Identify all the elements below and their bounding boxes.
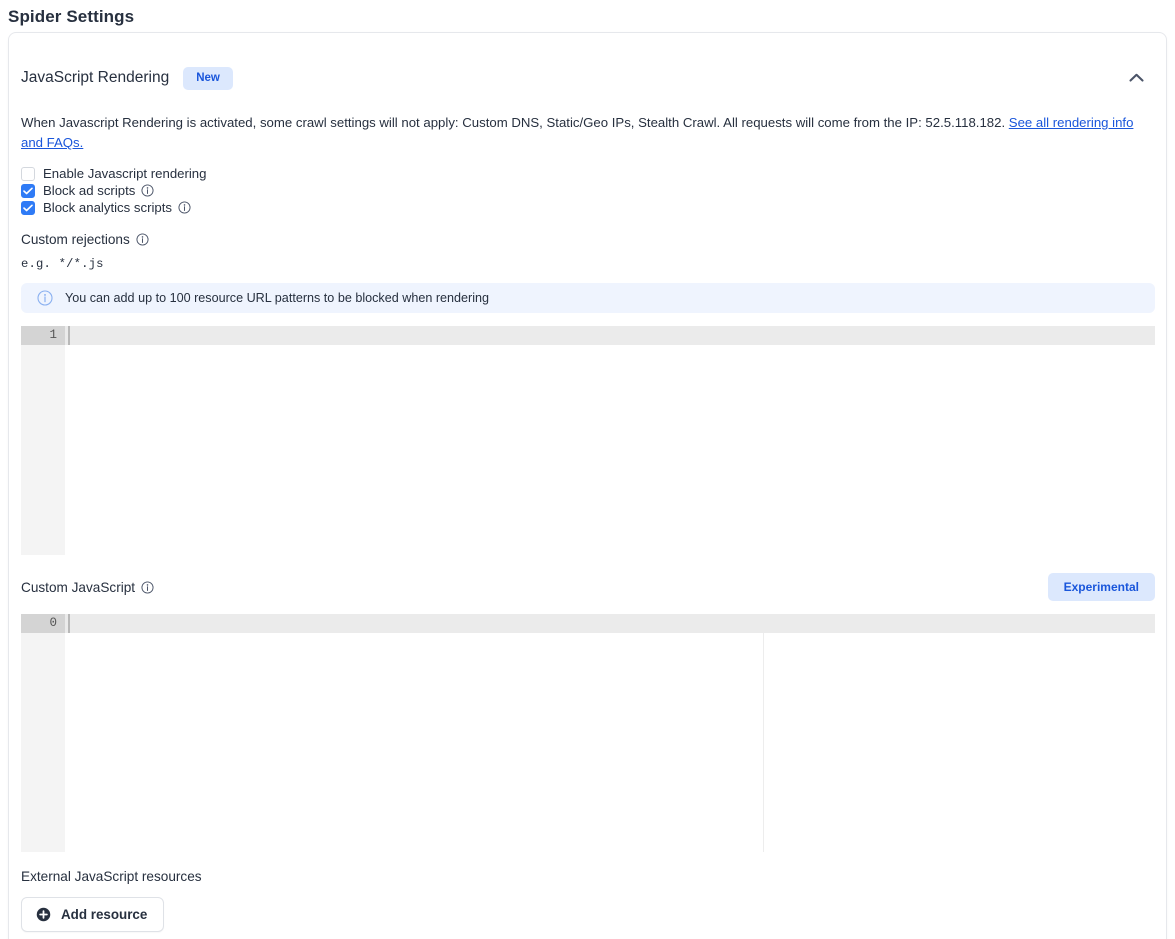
custom-javascript-label: Custom JavaScript [21, 579, 136, 595]
custom-rejections-gutter: 1 [21, 326, 65, 555]
page-title: Spider Settings [8, 7, 135, 26]
add-resource-button-label: Add resource [61, 907, 148, 922]
checkbox-enable-javascript-rendering[interactable] [21, 166, 35, 181]
custom-rejections-label-row: Custom rejections [21, 232, 1154, 247]
checkbox-label-block-ad-scripts[interactable]: Block ad scripts [43, 182, 135, 199]
active-line-highlight [65, 326, 1155, 345]
checkbox-row-block-analytics-scripts[interactable]: Block analytics scripts [21, 199, 1154, 216]
checkbox-block-ad-scripts[interactable] [21, 183, 35, 198]
card-body: When Javascript Rendering is activated, … [9, 113, 1166, 932]
description-text: When Javascript Rendering is activated, … [21, 115, 1009, 130]
info-circle-icon-block-ad-scripts[interactable] [141, 184, 154, 197]
chevron-up-icon [1128, 73, 1144, 82]
editor-ruler [763, 633, 764, 852]
custom-javascript-label-row: Custom JavaScript [21, 580, 154, 595]
active-line-highlight [65, 614, 1155, 633]
custom-rejections-info-banner: You can add up to 100 resource URL patte… [21, 283, 1155, 313]
checkbox-row-enable-javascript-rendering[interactable]: Enable Javascript rendering [21, 165, 1154, 182]
checkbox-row-block-ad-scripts[interactable]: Block ad scripts [21, 182, 1154, 199]
line-number: 0 [21, 614, 65, 633]
check-icon [23, 187, 33, 194]
section-title: JavaScript Rendering [21, 69, 170, 86]
spider-settings-page: Spider Settings JavaScript Rendering New… [0, 0, 1175, 939]
checkbox-label-enable-javascript-rendering[interactable]: Enable Javascript rendering [43, 165, 206, 182]
javascript-rendering-card: JavaScript Rendering New When Javascript… [8, 32, 1167, 939]
line-number: 1 [21, 326, 65, 345]
check-icon [23, 204, 33, 211]
custom-javascript-gutter: 0 [21, 614, 65, 852]
checkbox-list: Enable Javascript rendering Block ad scr… [21, 165, 1154, 216]
custom-javascript-header-row: Custom JavaScript Experimental [21, 573, 1155, 601]
text-caret [68, 614, 70, 633]
checkbox-block-analytics-scripts[interactable] [21, 200, 35, 215]
badge-new: New [183, 66, 233, 90]
custom-rejections-example: e.g. */*.js [21, 257, 104, 271]
info-circle-icon-banner [37, 290, 53, 306]
custom-javascript-code-area[interactable] [65, 614, 1155, 852]
info-circle-icon-custom-javascript[interactable] [141, 580, 154, 594]
custom-rejections-code-editor[interactable]: 1 [21, 326, 1155, 555]
custom-rejections-banner-text: You can add up to 100 resource URL patte… [65, 291, 490, 305]
info-circle-icon-custom-rejections[interactable] [136, 233, 149, 246]
plus-circle-icon [36, 907, 51, 922]
custom-javascript-code-editor[interactable]: 0 [21, 614, 1155, 852]
add-resource-button[interactable]: Add resource [21, 897, 165, 932]
badge-experimental[interactable]: Experimental [1047, 573, 1155, 601]
external-resources-label: External JavaScript resources [21, 869, 202, 884]
info-circle-icon-block-analytics-scripts[interactable] [178, 201, 191, 214]
custom-rejections-code-area[interactable] [65, 326, 1155, 555]
custom-rejections-label: Custom rejections [21, 232, 130, 247]
checkbox-label-block-analytics-scripts[interactable]: Block analytics scripts [43, 199, 172, 216]
card-header: JavaScript Rendering New [9, 33, 1166, 95]
text-caret [68, 326, 70, 345]
section-description: When Javascript Rendering is activated, … [21, 113, 1154, 153]
collapse-section-button[interactable] [1124, 65, 1148, 89]
